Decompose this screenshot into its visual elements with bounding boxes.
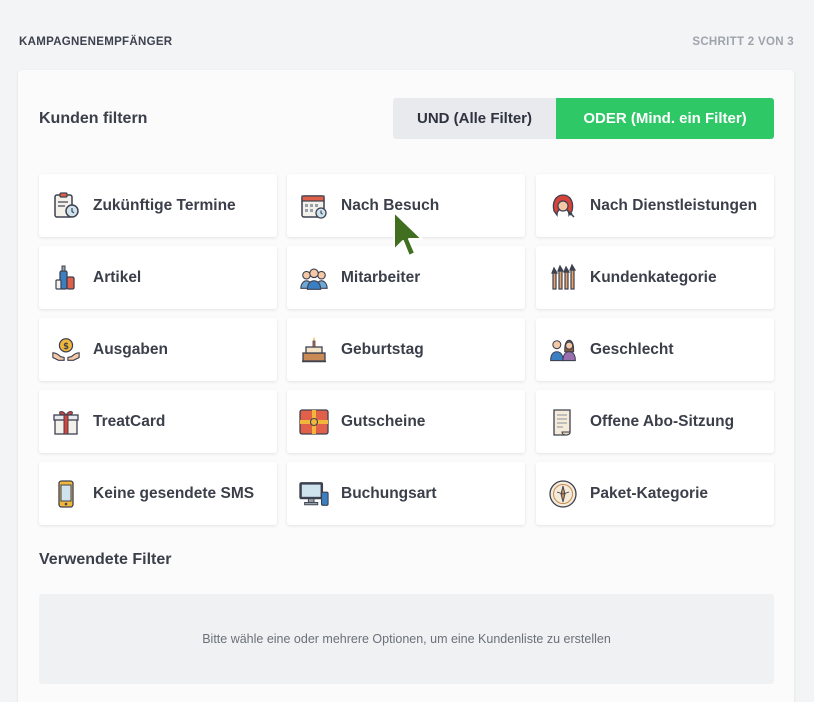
filter-option-label: Buchungsart: [341, 484, 437, 502]
brushes-icon: [548, 263, 578, 293]
page-header: KAMPAGNENEMPFÄNGER SCHRITT 2 VON 3: [0, 0, 814, 70]
staff-group-icon: [299, 263, 329, 293]
cosmetics-bottles-icon: [51, 263, 81, 293]
mouse-cursor-icon: [392, 210, 426, 262]
svg-text:$: $: [63, 341, 69, 351]
filter-option-label: Geburtstag: [341, 340, 424, 358]
mobile-phone-icon: [51, 479, 81, 509]
clipboard-clock-icon: [51, 191, 81, 221]
man-woman-icon: [548, 335, 578, 365]
filter-option-articles[interactable]: Artikel: [39, 246, 277, 309]
filter-option-label: Ausgaben: [93, 340, 168, 358]
compass-badge-icon: [548, 479, 578, 509]
filter-option-label: Mitarbeiter: [341, 268, 421, 286]
filter-option-by-services[interactable]: Nach Dienstleistungen: [536, 174, 774, 237]
used-filters-empty-state: Bitte wähle eine oder mehrere Optionen, …: [39, 594, 774, 684]
filter-option-gender[interactable]: Geschlecht: [536, 318, 774, 381]
hands-coin-icon: $: [51, 335, 81, 365]
birthday-cake-icon: [299, 335, 329, 365]
gift-box-icon: [51, 407, 81, 437]
filter-option-label: Paket-Kategorie: [590, 484, 709, 502]
filter-option-treatcard[interactable]: TreatCard: [39, 390, 277, 453]
filter-option-spending[interactable]: $ Ausgaben: [39, 318, 277, 381]
filter-option-open-subscription-session[interactable]: Offene Abo-Sitzung: [536, 390, 774, 453]
empty-state-text: Bitte wähle eine oder mehrere Optionen, …: [202, 632, 611, 646]
filter-option-label: Geschlecht: [590, 340, 674, 358]
section-title: KAMPAGNENEMPFÄNGER: [19, 36, 173, 48]
used-filters-heading: Verwendete Filter: [39, 551, 172, 568]
filter-logic-toggle: UND (Alle Filter) ODER (Mind. ein Filter…: [393, 98, 774, 139]
filter-option-label: Artikel: [93, 268, 142, 286]
filter-option-label: Keine gesendete SMS: [93, 484, 255, 502]
filter-option-no-sms-sent[interactable]: Keine gesendete SMS: [39, 462, 277, 525]
or-filter-button[interactable]: ODER (Mind. ein Filter): [556, 98, 774, 139]
filter-option-label: Gutscheine: [341, 412, 426, 430]
filter-option-package-category[interactable]: Paket-Kategorie: [536, 462, 774, 525]
filter-option-upcoming-appointments[interactable]: Zukünftige Termine: [39, 174, 277, 237]
filter-option-label: Nach Dienstleistungen: [590, 196, 758, 214]
hairdresser-icon: [548, 191, 578, 221]
filter-option-booking-type[interactable]: Buchungsart: [287, 462, 525, 525]
filter-heading: Kunden filtern: [39, 110, 148, 127]
filter-option-label: Offene Abo-Sitzung: [590, 412, 735, 430]
calendar-icon: [299, 191, 329, 221]
filter-option-label: TreatCard: [93, 412, 166, 430]
filter-option-label: Kundenkategorie: [590, 268, 717, 286]
step-indicator: SCHRITT 2 VON 3: [692, 36, 794, 48]
filter-option-label: Zukünftige Termine: [93, 196, 236, 214]
voucher-icon: [299, 407, 329, 437]
computer-monitor-icon: [299, 479, 329, 509]
filter-option-vouchers[interactable]: Gutscheine: [287, 390, 525, 453]
recipients-card: Kunden filtern UND (Alle Filter) ODER (M…: [18, 70, 794, 702]
filter-option-birthday[interactable]: Geburtstag: [287, 318, 525, 381]
scroll-list-icon: [548, 407, 578, 437]
and-filter-button[interactable]: UND (Alle Filter): [393, 98, 556, 139]
filter-option-customer-category[interactable]: Kundenkategorie: [536, 246, 774, 309]
